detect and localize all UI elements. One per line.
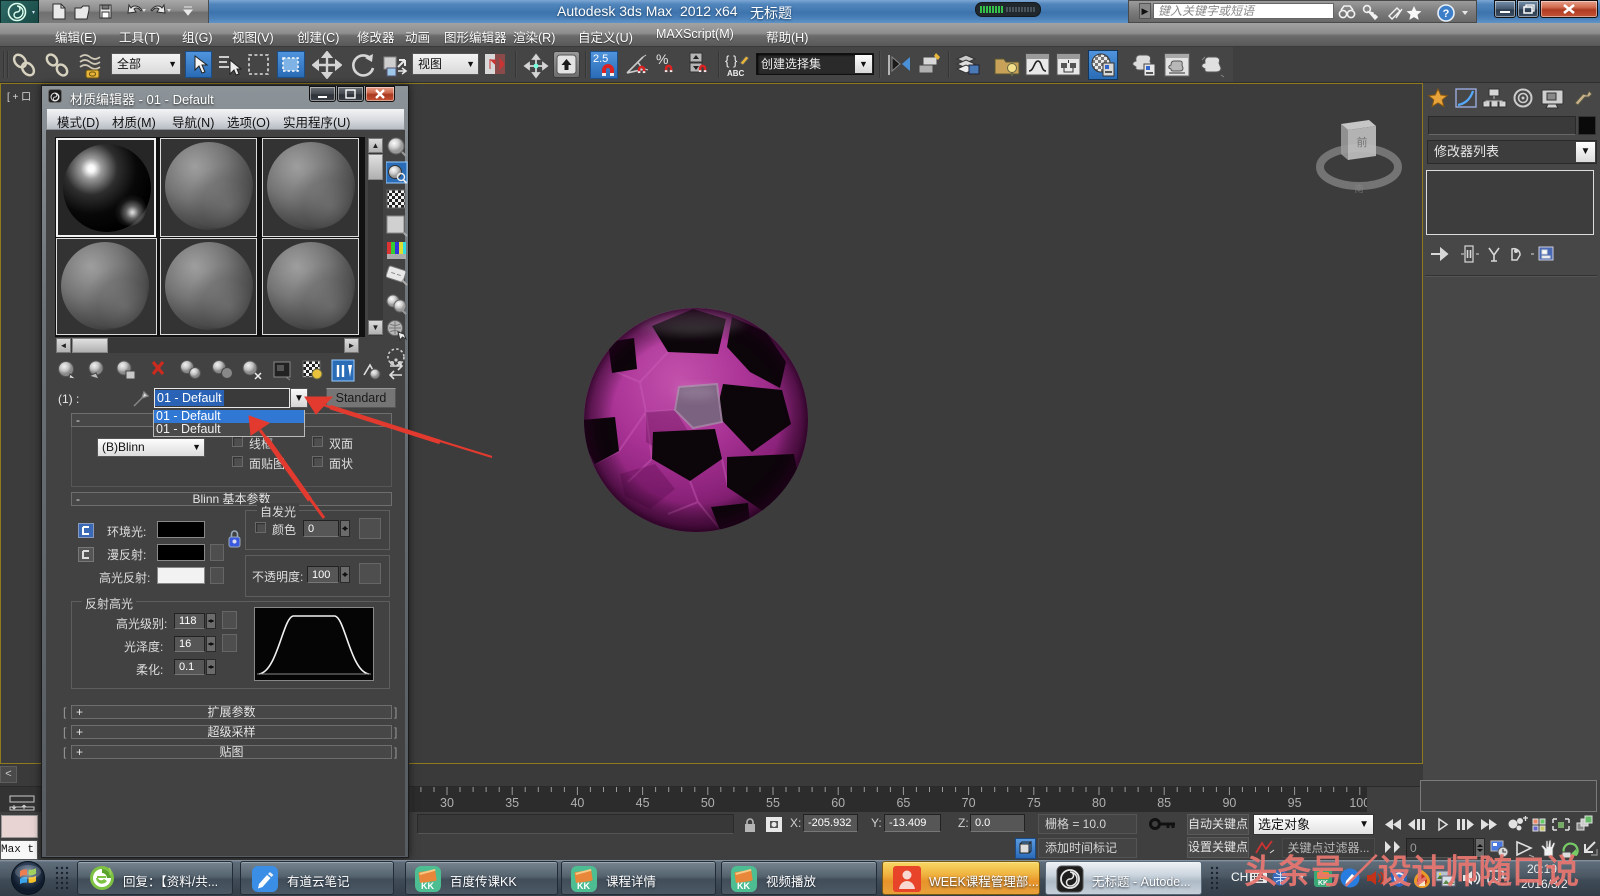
svg-text:65: 65 <box>896 796 910 810</box>
svg-text:KK: KK <box>421 881 434 891</box>
svg-text:70: 70 <box>962 796 976 810</box>
svg-text:ABC: ABC <box>727 69 745 78</box>
svg-text:南: 南 <box>1354 183 1363 194</box>
svg-text:80: 80 <box>1092 796 1106 810</box>
svg-text:75: 75 <box>1027 796 1041 810</box>
svg-text:KK: KK <box>737 881 750 891</box>
svg-text:%: % <box>656 51 668 67</box>
svg-text:90: 90 <box>1222 796 1236 810</box>
svg-text:{ }: { } <box>725 53 738 68</box>
svg-text:85: 85 <box>1157 796 1171 810</box>
svg-text:30: 30 <box>440 796 454 810</box>
svg-text:?: ? <box>1443 8 1450 20</box>
svg-text:KK: KK <box>577 881 590 891</box>
svg-text:55: 55 <box>766 796 780 810</box>
svg-text:95: 95 <box>1288 796 1302 810</box>
svg-text:35: 35 <box>505 796 519 810</box>
svg-text:60: 60 <box>831 796 845 810</box>
svg-text:45: 45 <box>636 796 650 810</box>
svg-text:100: 100 <box>1349 796 1367 810</box>
svg-text:40: 40 <box>570 796 584 810</box>
svg-text:前: 前 <box>1357 135 1368 149</box>
svg-text:50: 50 <box>701 796 715 810</box>
